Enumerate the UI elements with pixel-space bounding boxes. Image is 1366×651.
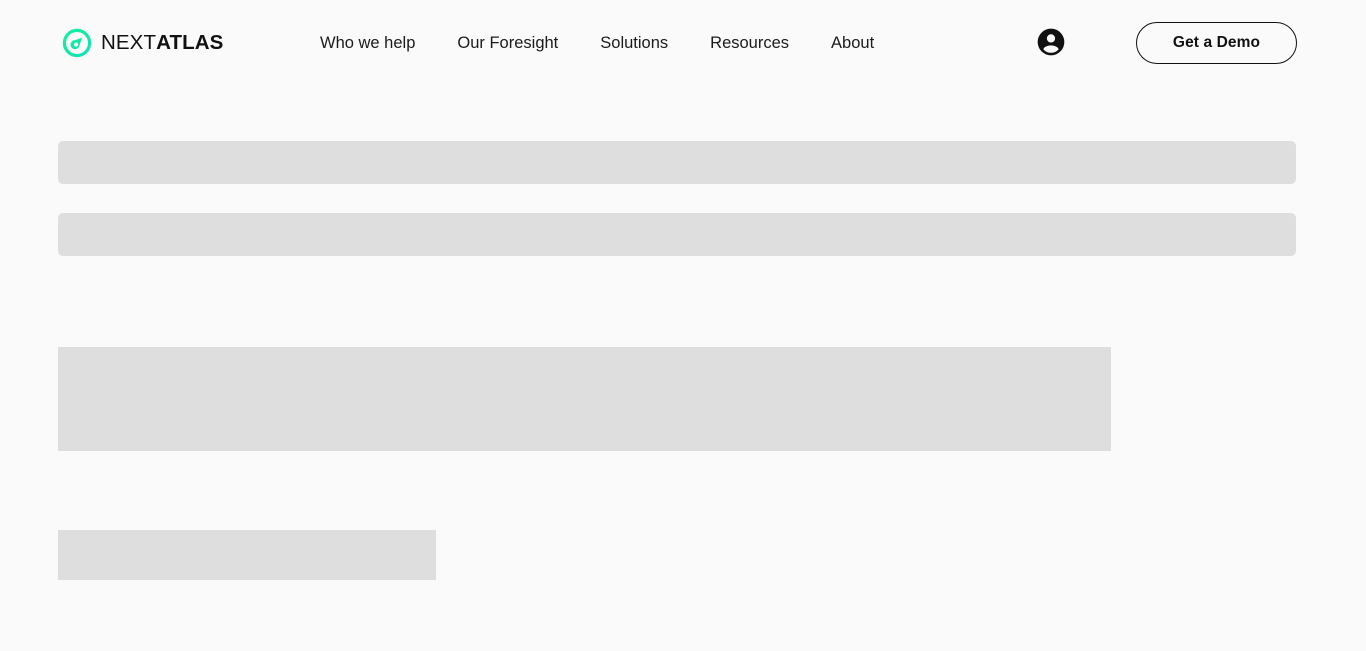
nav-item-resources[interactable]: Resources <box>710 30 789 56</box>
page-root: NEXT ATLAS Who we help Our Foresight Solu… <box>0 0 1366 651</box>
skeleton-footer-block <box>58 530 436 580</box>
get-a-demo-button[interactable]: Get a Demo <box>1136 22 1297 64</box>
skeleton-title-line-1 <box>58 141 1296 184</box>
nav-item-our-foresight[interactable]: Our Foresight <box>457 30 558 56</box>
brand-word-atlas: ATLAS <box>156 30 224 54</box>
nav-item-solutions[interactable]: Solutions <box>600 30 668 56</box>
skeleton-body-block <box>58 347 1111 451</box>
skeleton-title-line-2 <box>58 213 1296 256</box>
brand-wordmark: NEXT ATLAS <box>101 30 224 54</box>
site-header: NEXT ATLAS Who we help Our Foresight Solu… <box>0 0 1366 86</box>
account-circle-icon[interactable] <box>1035 26 1067 58</box>
brand-word-next: NEXT <box>101 30 157 54</box>
nav-item-who-we-help[interactable]: Who we help <box>320 30 415 56</box>
main-navigation: Who we help Our Foresight Solutions Reso… <box>320 30 874 56</box>
brand-logo-link[interactable]: NEXT ATLAS <box>62 27 223 59</box>
main-content-loading-skeleton <box>0 86 1366 651</box>
nav-item-about[interactable]: About <box>831 30 874 56</box>
nextatlas-droplet-logo-icon <box>62 28 92 58</box>
